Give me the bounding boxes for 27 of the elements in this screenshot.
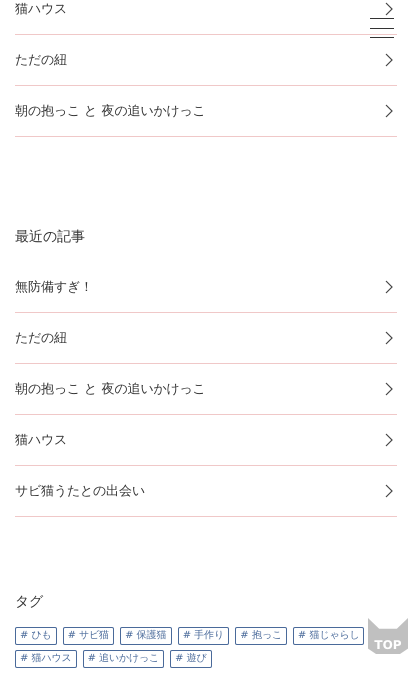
article-link[interactable]: 猫ハウス xyxy=(15,415,397,466)
section-heading: タグ xyxy=(15,593,43,612)
menu-button[interactable] xyxy=(370,18,394,38)
tag-link[interactable]: # 保護猫 xyxy=(120,627,172,645)
tag-link[interactable]: # ひも xyxy=(15,627,57,645)
article-link[interactable]: サビ猫うたとの出会い xyxy=(15,466,397,517)
article-link[interactable]: 無防備すぎ！ xyxy=(15,262,397,313)
chevron-right-icon xyxy=(385,2,393,16)
chevron-right-icon xyxy=(385,484,393,498)
tag-link[interactable]: # 追いかけっこ xyxy=(82,650,164,668)
chevron-right-icon xyxy=(385,331,393,345)
chevron-right-icon xyxy=(385,104,393,118)
tag-link[interactable]: # 遊び xyxy=(170,650,212,668)
chevron-right-icon xyxy=(385,53,393,67)
section-heading: 最近の記事 xyxy=(15,228,85,247)
article-link[interactable]: 朝の抱っこ と 夜の追いかけっこ xyxy=(15,364,397,415)
tag-link[interactable]: # 手作り xyxy=(178,627,230,645)
tag-link[interactable]: # 抱っこ xyxy=(235,627,287,645)
tag-link[interactable]: # サビ猫 xyxy=(62,627,114,645)
article-link[interactable]: ただの紐 xyxy=(15,35,397,86)
chevron-right-icon xyxy=(385,382,393,396)
tag-link[interactable]: # 猫ハウス xyxy=(15,650,77,668)
chevron-right-icon xyxy=(385,433,393,447)
chevron-right-icon xyxy=(385,280,393,294)
tag-link[interactable]: # 猫じゃらし xyxy=(292,627,364,645)
article-link[interactable]: 朝の抱っこ と 夜の追いかけっこ xyxy=(15,86,397,137)
article-link[interactable]: ただの紐 xyxy=(15,313,397,364)
